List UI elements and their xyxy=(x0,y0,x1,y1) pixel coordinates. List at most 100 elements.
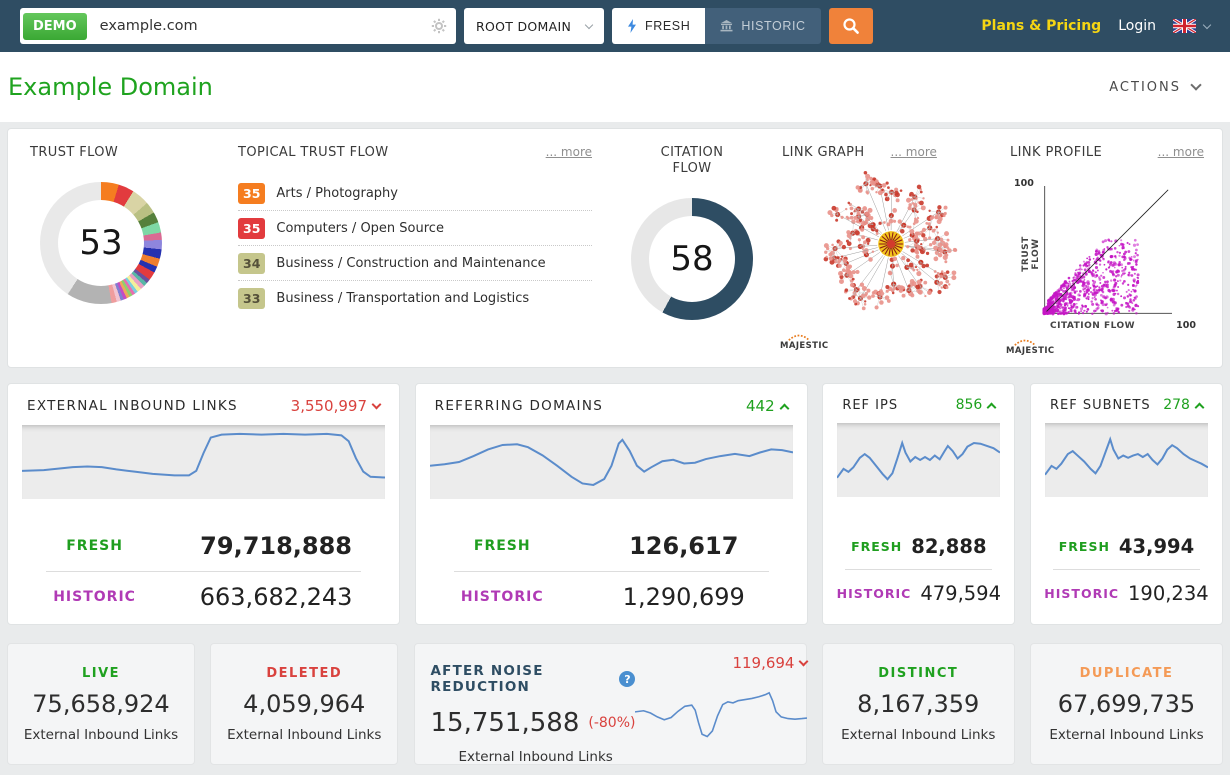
card-title: AFTER NOISE REDUCTION xyxy=(431,663,612,695)
topical-more-link[interactable]: ... more xyxy=(546,145,592,159)
card-title: EXTERNAL INBOUND LINKS xyxy=(27,398,238,414)
fresh-label: FRESH xyxy=(851,539,902,554)
x-axis-label: CITATION FLOW xyxy=(1050,321,1135,331)
help-icon[interactable]: ? xyxy=(619,671,635,687)
link-graph-more-link[interactable]: ... more xyxy=(891,145,937,159)
bank-icon xyxy=(720,20,733,32)
trust-flow-value: 53 xyxy=(79,223,122,263)
chevron-icon xyxy=(1195,402,1205,412)
chevron-down-icon xyxy=(1203,20,1211,28)
majestic-logo: MAJESTIC xyxy=(780,333,829,351)
summary-label: DISTINCT xyxy=(878,666,958,681)
link-graph-label: LINK GRAPH xyxy=(782,145,865,160)
summary-sublabel: External Inbound Links xyxy=(227,727,381,743)
external-inbound-links-card: EXTERNAL INBOUND LINKS 3,550,997 FRESH 7… xyxy=(7,383,400,625)
referring-domains-card: REFERRING DOMAINS 442 FRESH 126,617 HIST… xyxy=(415,383,808,625)
chevron-down-icon xyxy=(1190,79,1201,90)
topical-item-label: Business / Transportation and Logistics xyxy=(276,291,529,306)
historic-label: HISTORIC xyxy=(1044,586,1119,601)
link-profile-more-link[interactable]: ... more xyxy=(1158,145,1204,159)
chevron-icon xyxy=(799,656,809,666)
chevron-icon xyxy=(779,403,789,413)
delta-value[interactable]: 119,694 xyxy=(732,654,807,672)
sparkline xyxy=(22,425,385,499)
majestic-logo-text: MAJESTIC xyxy=(1006,346,1055,356)
domain-search-box: DEMO xyxy=(20,8,456,44)
topical-item-label: Computers / Open Source xyxy=(276,221,444,236)
historic-value: 479,594 xyxy=(920,582,1001,605)
y-axis-max-tick: 100 xyxy=(1014,178,1034,189)
historic-label: HISTORIC xyxy=(22,589,167,605)
fresh-label: FRESH xyxy=(22,538,167,554)
card-title: REF SUBNETS xyxy=(1050,398,1151,413)
link-profile-section: LINK PROFILE ... more 100 TRUST FLOW CIT… xyxy=(1006,141,1206,355)
delta-value[interactable]: 856 xyxy=(956,397,996,413)
page-title: Example Domain xyxy=(8,73,213,101)
ref-subnets-card: REF SUBNETS 278 FRESH 43,994 HISTORIC 19… xyxy=(1030,383,1223,625)
card-title: REFERRING DOMAINS xyxy=(435,398,603,414)
trust-flow-section: TRUST FLOW 53 xyxy=(24,141,236,355)
historic-toggle[interactable]: HISTORIC xyxy=(705,8,820,44)
link-profile-plot[interactable]: 100 TRUST FLOW CITATION FLOW 100 MAJESTI… xyxy=(1006,170,1206,358)
topical-trust-flow-section: TOPICAL TRUST FLOW ... more 35 Arts / Ph… xyxy=(236,141,608,355)
historic-label: HISTORIC xyxy=(430,589,575,605)
chevron-icon xyxy=(372,399,382,409)
plans-pricing-link[interactable]: Plans & Pricing xyxy=(981,18,1101,34)
deleted-links-card: DELETED 4,059,964 External Inbound Links xyxy=(210,643,398,765)
sparkline xyxy=(1045,423,1208,497)
citation-flow-label: CITATION FLOW xyxy=(649,145,735,178)
historic-value: 663,682,243 xyxy=(167,583,385,611)
topical-score-badge: 35 xyxy=(238,183,265,204)
delta-value[interactable]: 278 xyxy=(1163,397,1203,413)
sparkline xyxy=(635,685,807,741)
topical-item[interactable]: 33 Business / Transportation and Logisti… xyxy=(238,281,592,316)
index-toggle: FRESH HISTORIC xyxy=(612,8,821,44)
summary-label: LIVE xyxy=(82,666,120,681)
fresh-value: 43,994 xyxy=(1119,535,1194,558)
summary-value: 4,059,964 xyxy=(243,690,365,718)
login-link[interactable]: Login xyxy=(1118,18,1156,34)
summary-sublabel: External Inbound Links xyxy=(841,727,995,743)
actions-label: ACTIONS xyxy=(1109,80,1181,95)
fresh-toggle[interactable]: FRESH xyxy=(612,8,705,44)
scope-dropdown[interactable]: ROOT DOMAIN xyxy=(464,8,604,44)
gear-icon[interactable] xyxy=(431,18,447,34)
title-bar: Example Domain ACTIONS xyxy=(0,52,1230,122)
language-selector[interactable] xyxy=(1173,19,1210,33)
topical-item-label: Arts / Photography xyxy=(276,186,398,201)
link-graph-visual[interactable] xyxy=(807,166,975,322)
fresh-toggle-label: FRESH xyxy=(645,19,690,33)
topical-item[interactable]: 35 Computers / Open Source xyxy=(238,211,592,246)
ref-ips-card: REF IPS 856 FRESH 82,888 HISTORIC 479,59… xyxy=(822,383,1015,625)
sparkline xyxy=(837,423,1000,497)
delta-number: 278 xyxy=(1163,397,1190,413)
overview-panel: TRUST FLOW 53 TOPICAL TRUST FLOW ... mor… xyxy=(7,128,1223,368)
sparkline xyxy=(430,425,793,499)
summary-sublabel: External Inbound Links xyxy=(1049,727,1203,743)
live-links-card: LIVE 75,658,924 External Inbound Links xyxy=(7,643,195,765)
topical-item[interactable]: 35 Arts / Photography xyxy=(238,176,592,211)
delta-value[interactable]: 3,550,997 xyxy=(291,397,380,415)
uk-flag-icon xyxy=(1173,19,1196,33)
actions-dropdown[interactable]: ACTIONS xyxy=(1109,80,1200,95)
historic-toggle-label: HISTORIC xyxy=(741,19,805,33)
citation-flow-section: CITATION FLOW 58 xyxy=(608,141,776,355)
demo-badge: DEMO xyxy=(23,13,87,40)
fresh-value: 79,718,888 xyxy=(167,532,385,560)
topical-score-badge: 34 xyxy=(238,253,265,274)
fresh-label: FRESH xyxy=(430,538,575,554)
citation-flow-value: 58 xyxy=(670,239,713,279)
content: TRUST FLOW 53 TOPICAL TRUST FLOW ... mor… xyxy=(0,122,1230,765)
domain-search-input[interactable] xyxy=(90,18,431,34)
scope-selected-value: ROOT DOMAIN xyxy=(476,19,571,34)
historic-value: 1,290,699 xyxy=(575,583,793,611)
summary-label: DELETED xyxy=(266,666,342,681)
topical-item[interactable]: 34 Business / Construction and Maintenan… xyxy=(238,246,592,281)
y-axis-label: TRUST FLOW xyxy=(1021,219,1041,289)
delta-value[interactable]: 442 xyxy=(746,397,788,415)
summary-cards-row: LIVE 75,658,924 External Inbound Links D… xyxy=(7,643,1223,765)
search-button[interactable] xyxy=(829,8,873,44)
metric-cards-row: EXTERNAL INBOUND LINKS 3,550,997 FRESH 7… xyxy=(7,383,1223,625)
duplicate-links-card: DUPLICATE 67,699,735 External Inbound Li… xyxy=(1030,643,1223,765)
summary-sublabel: External Inbound Links xyxy=(459,749,636,765)
